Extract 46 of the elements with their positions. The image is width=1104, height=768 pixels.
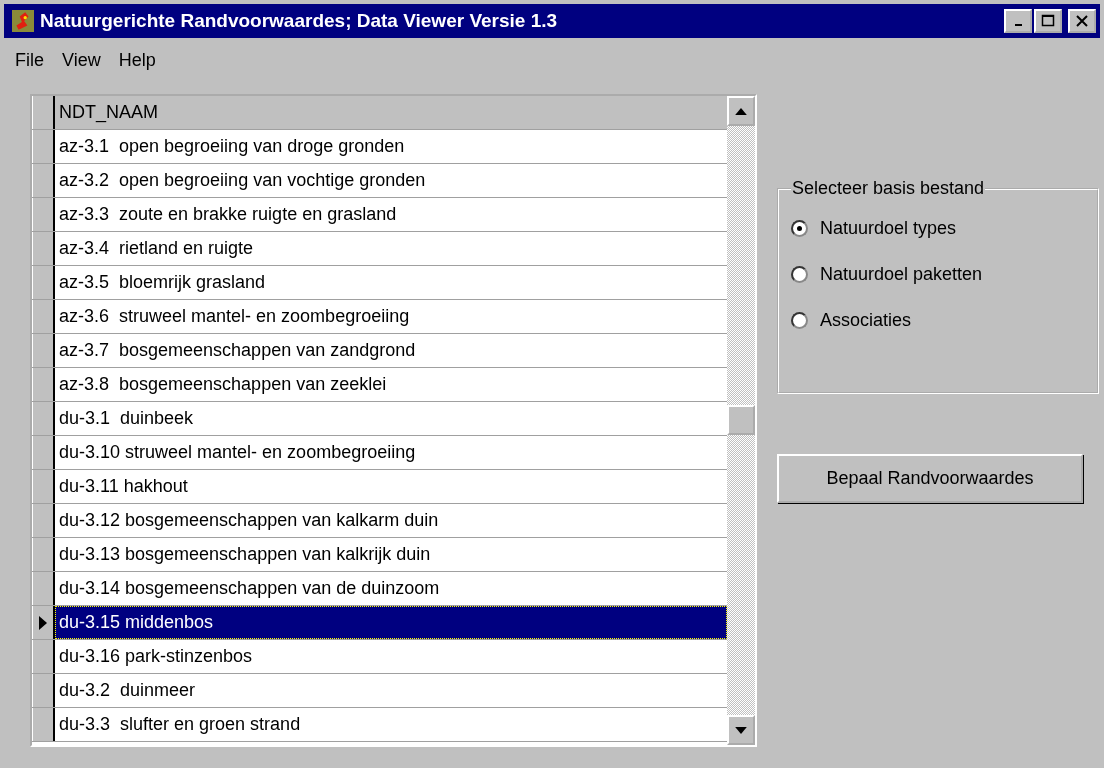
row-header[interactable] [32,334,55,367]
row-header[interactable] [32,708,55,741]
close-button[interactable] [1068,9,1096,33]
row-header[interactable] [32,572,55,605]
row-header[interactable] [32,538,55,571]
radio-button[interactable] [791,265,808,283]
app-icon [12,10,34,32]
menu-item[interactable]: View [53,50,110,72]
close-icon [1075,14,1089,28]
radio-option[interactable]: Associaties [791,297,1085,343]
radio-button[interactable] [791,311,808,329]
row-header[interactable] [32,198,55,231]
down-arrow-icon [735,726,747,734]
row-header[interactable] [32,266,55,299]
window-title: Natuurgerichte Randvoorwaardes; Data Viewer Versie 1.3 [40,10,558,32]
scroll-thumb[interactable] [727,405,755,435]
row-header[interactable] [32,402,55,435]
row-header[interactable] [32,130,55,163]
up-arrow-icon [735,107,747,115]
menu-item[interactable]: Help [109,50,165,72]
row-header[interactable] [32,164,55,197]
maximize-button[interactable] [1034,9,1062,33]
row-header[interactable] [32,504,55,537]
scroll-up-button[interactable] [727,96,755,126]
scrollbar[interactable] [727,96,755,745]
radio-button[interactable] [791,219,808,237]
row-header[interactable] [32,640,55,673]
row-header[interactable] [32,300,55,333]
radio-option[interactable]: Natuurdoel types [791,205,1085,251]
table-cell[interactable]: du-3.15 middenbos [55,606,727,639]
row-header[interactable] [32,232,55,265]
row-header[interactable] [32,470,55,503]
minimize-button[interactable] [1004,9,1032,33]
row-header[interactable] [32,436,55,469]
row-header[interactable] [32,674,55,707]
action-button[interactable]: Bepaal Randvoorwaardes [777,454,1083,503]
column-header[interactable]: NDT_NAAM [55,96,727,129]
row-header[interactable] [32,368,55,401]
group-title: Selecteer basis bestand [791,178,986,199]
current-row-icon [39,615,47,630]
row-header[interactable] [32,606,55,639]
minimize-icon [1014,24,1022,26]
menu-item[interactable]: File [6,50,53,72]
radio-option[interactable]: Natuurdoel paketten [791,251,1085,297]
scroll-down-button[interactable] [727,715,755,745]
maximize-icon [1041,14,1055,28]
